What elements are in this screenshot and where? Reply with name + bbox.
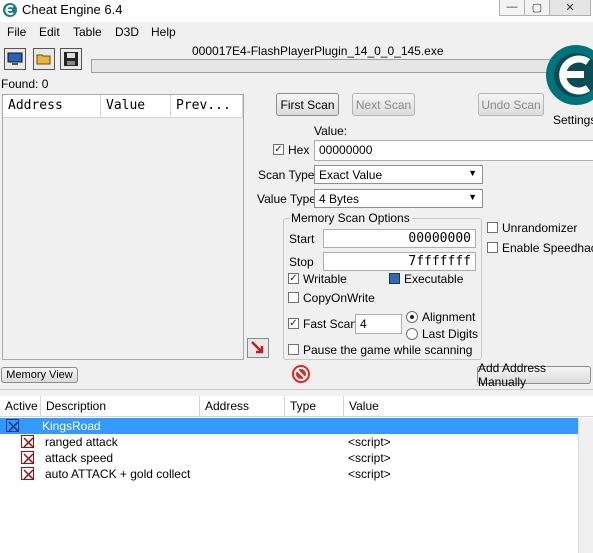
maximize-button[interactable]: ▢ [524, 0, 550, 16]
clear-list-button[interactable] [291, 364, 311, 384]
col-value[interactable]: Value [344, 396, 593, 416]
stop-address-input[interactable]: 7fffffff [323, 252, 476, 271]
stop-icon [292, 365, 310, 383]
col-address[interactable]: Address [3, 95, 101, 117]
scan-type-label: Scan Type [258, 168, 315, 182]
save-button[interactable] [60, 48, 82, 70]
save-icon [64, 52, 78, 66]
close-icon: ✕ [565, 1, 575, 14]
copyonwrite-checkbox[interactable] [288, 292, 299, 303]
col-value[interactable]: Value [101, 95, 171, 117]
computer-icon [7, 52, 23, 65]
splitter[interactable] [0, 389, 593, 395]
minimize-icon: — [506, 1, 518, 13]
cheat-table-header: Active Description Address Type Value [0, 396, 593, 417]
unrandomizer-label: Unrandomizer [502, 221, 578, 235]
col-active[interactable]: Active [0, 396, 41, 416]
speedhack-label: Enable Speedhack [502, 241, 593, 255]
col-address[interactable]: Address [200, 396, 285, 416]
value-input[interactable]: 00000000 [314, 140, 593, 161]
chevron-down-icon: ▼ [468, 168, 477, 178]
chevron-down-icon: ▼ [468, 192, 477, 202]
row-description: KingsRoad [42, 419, 101, 433]
fast-scan-input[interactable]: 4 [355, 314, 402, 334]
memory-view-button[interactable]: Memory View [1, 367, 78, 383]
found-count: Found: 0 [1, 77, 49, 91]
select-process-button[interactable] [4, 48, 26, 70]
scan-type-select[interactable]: Exact Value ▼ [314, 165, 483, 184]
hex-label: Hex [288, 143, 310, 157]
fast-scan-checkbox[interactable]: ✓ [288, 318, 299, 329]
active-checkbox[interactable] [21, 451, 34, 464]
window-title: Cheat Engine 6.4 [22, 2, 123, 17]
start-label: Start [289, 232, 315, 246]
row-description: ranged attack [45, 435, 118, 449]
row-description: auto ATTACK + gold collect [45, 467, 191, 481]
maximize-icon: ▢ [531, 1, 543, 14]
writable-checkbox[interactable]: ✓ [288, 273, 299, 284]
col-type[interactable]: Type [285, 396, 344, 416]
memory-scan-options-title: Memory Scan Options [289, 211, 412, 225]
scan-progress-bar [91, 59, 551, 73]
stop-label: Stop [289, 255, 314, 269]
row-value: <script> [348, 451, 391, 465]
scan-type-value: Exact Value [319, 168, 383, 182]
active-checkbox[interactable] [6, 419, 19, 432]
fast-scan-label: Fast Scan [303, 317, 358, 331]
next-scan-button[interactable]: Next Scan [352, 93, 415, 116]
value-label: Value: [314, 124, 348, 138]
table-row[interactable]: auto ATTACK + gold collect <script> [0, 466, 593, 482]
copyonwrite-label: CopyOnWrite [303, 291, 375, 305]
active-checkbox[interactable] [21, 467, 34, 480]
table-row[interactable]: KingsRoad [0, 418, 578, 434]
red-arrow-icon [251, 341, 264, 354]
menu-table[interactable]: Table [73, 25, 102, 39]
hex-checkbox[interactable]: ✓ [273, 144, 284, 155]
results-list[interactable]: Address Value Prev... [2, 94, 244, 360]
active-checkbox[interactable] [21, 435, 34, 448]
last-digits-radio[interactable] [406, 328, 418, 340]
settings-link[interactable]: Settings [553, 113, 593, 127]
pause-game-checkbox[interactable] [288, 344, 299, 355]
value-type-label: Value Type [257, 192, 316, 206]
speedhack-checkbox[interactable] [487, 242, 498, 253]
menu-help[interactable]: Help [151, 25, 176, 39]
minimize-button[interactable]: — [499, 0, 525, 16]
col-description[interactable]: Description [41, 396, 200, 416]
title-bar: Cheat Engine 6.4 — ▢ ✕ [0, 0, 593, 22]
menu-file[interactable]: File [7, 25, 26, 39]
col-previous[interactable]: Prev... [171, 95, 243, 117]
add-address-manually-button[interactable]: Add Address Manually [477, 361, 591, 389]
executable-checkbox[interactable] [389, 273, 400, 284]
alignment-label: Alignment [422, 310, 476, 324]
add-to-list-button[interactable] [247, 338, 269, 358]
first-scan-button[interactable]: First Scan [276, 93, 339, 116]
executable-label: Executable [404, 272, 464, 286]
pause-game-label: Pause the game while scanning [303, 343, 473, 357]
unrandomizer-checkbox[interactable] [487, 222, 498, 233]
folder-open-icon [36, 54, 51, 65]
results-header: Address Value Prev... [3, 95, 243, 118]
menu-bar: File Edit Table D3D Help [0, 24, 593, 42]
menu-edit[interactable]: Edit [39, 25, 60, 39]
menu-d3d[interactable]: D3D [115, 25, 139, 39]
cheat-table[interactable]: Active Description Address Type Value Ki… [0, 396, 593, 553]
row-description: attack speed [45, 451, 114, 465]
row-value: <script> [348, 435, 391, 449]
start-address-input[interactable]: 00000000 [323, 229, 476, 248]
last-digits-label: Last Digits [422, 327, 479, 341]
value-type-value: 4 Bytes [319, 192, 360, 206]
cheat-engine-logo[interactable] [546, 42, 593, 112]
row-value: <script> [348, 467, 391, 481]
table-row[interactable]: attack speed <script> [0, 450, 593, 466]
table-row[interactable]: ranged attack <script> [0, 434, 593, 450]
process-name: 000017E4-FlashPlayerPlugin_14_0_0_145.ex… [192, 44, 444, 58]
close-button[interactable]: ✕ [549, 0, 591, 16]
undo-scan-button[interactable]: Undo Scan [478, 93, 544, 116]
open-file-button[interactable] [33, 48, 55, 70]
alignment-radio[interactable] [406, 311, 418, 323]
app-icon [2, 2, 18, 18]
writable-label: Writable [303, 272, 347, 286]
value-type-select[interactable]: 4 Bytes ▼ [314, 189, 483, 208]
